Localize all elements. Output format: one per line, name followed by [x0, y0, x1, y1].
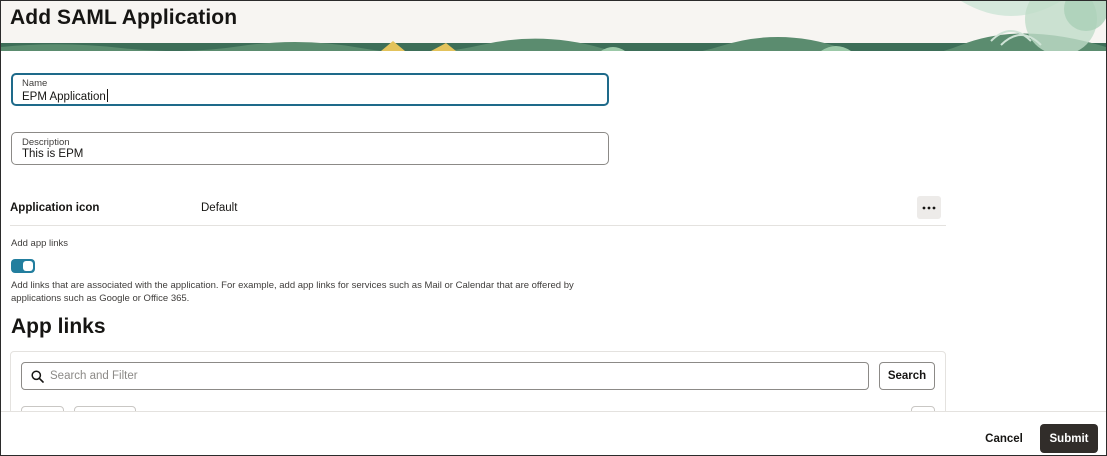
toggle-knob	[23, 261, 33, 271]
dialog: Add SAML Application Name EPM Applicatio…	[0, 0, 1107, 456]
name-field[interactable]: Name EPM Application	[11, 73, 609, 106]
name-value: EPM Application	[22, 91, 106, 103]
description-input[interactable]: This is EPM	[22, 148, 83, 160]
add-app-links-toggle[interactable]	[11, 259, 35, 273]
ellipsis-icon	[922, 206, 936, 209]
submit-button[interactable]: Submit	[1040, 424, 1098, 453]
divider	[10, 225, 946, 226]
search-box[interactable]	[21, 362, 869, 390]
name-label: Name	[22, 78, 48, 89]
description-field[interactable]: Description This is EPM	[11, 132, 609, 165]
name-input[interactable]: EPM Application	[22, 89, 108, 103]
search-input[interactable]	[50, 367, 850, 385]
app-links-heading: App links	[11, 315, 106, 338]
add-app-links-help: Add links that are associated with the a…	[11, 280, 574, 304]
page-title: Add SAML Application	[10, 6, 238, 29]
search-icon	[31, 370, 44, 383]
application-icon-value: Default	[201, 202, 238, 214]
more-actions-button[interactable]	[917, 196, 941, 219]
dialog-footer: Cancel Submit	[1, 411, 1106, 455]
page-header: Add SAML Application	[1, 1, 1106, 51]
cancel-button[interactable]: Cancel	[974, 425, 1034, 453]
description-label: Description	[22, 137, 70, 148]
text-caret	[106, 89, 108, 102]
application-icon-label: Application icon	[10, 202, 100, 214]
add-app-links-label: Add app links	[11, 238, 69, 249]
search-button[interactable]: Search	[879, 362, 935, 390]
